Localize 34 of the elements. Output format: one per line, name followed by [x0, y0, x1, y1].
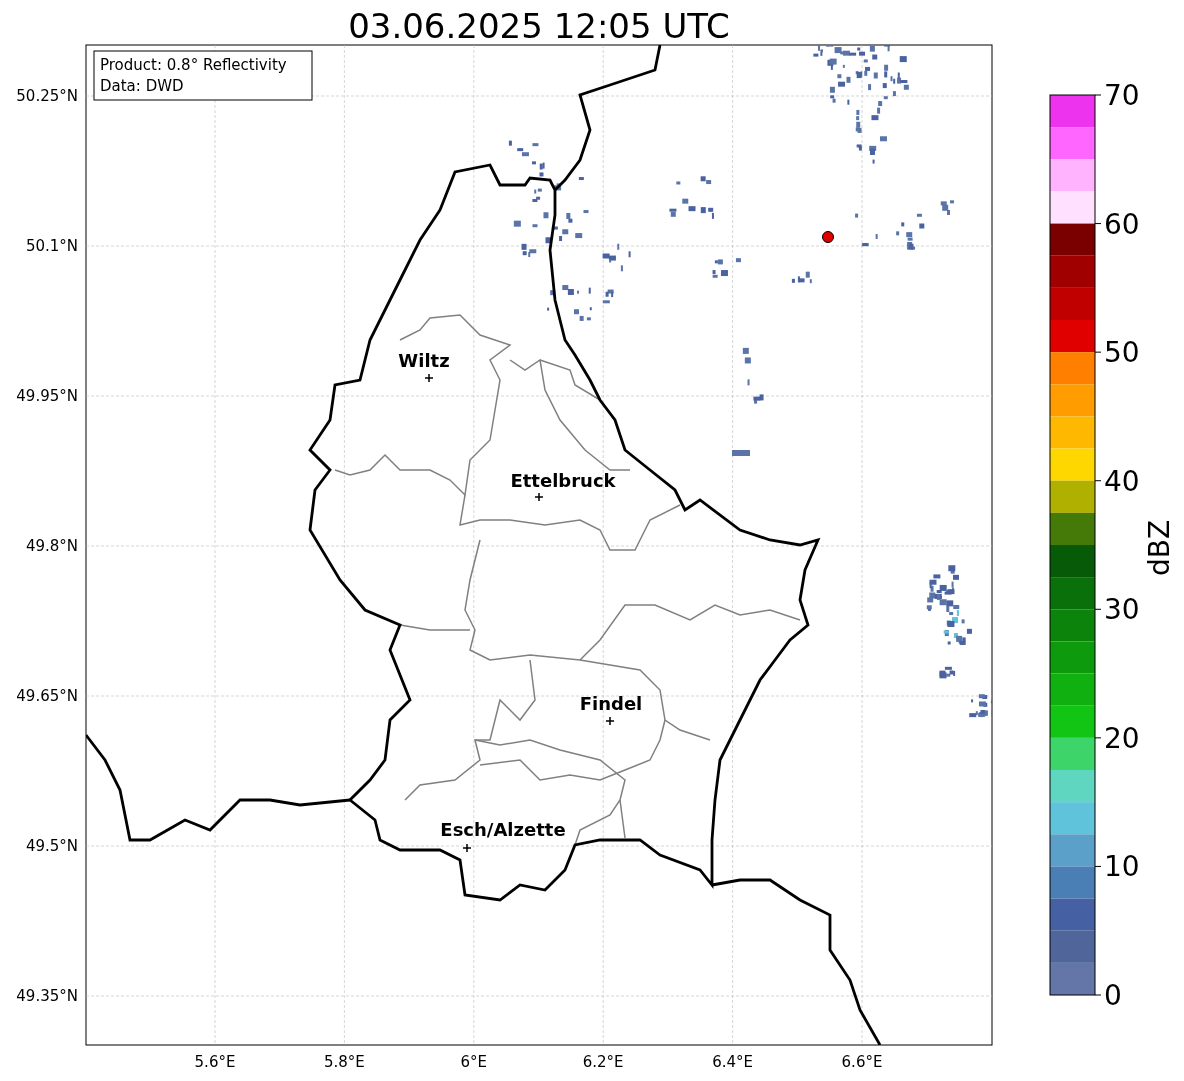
radar-site-marker [822, 231, 834, 243]
city-label: Esch/Alzette [440, 819, 566, 840]
tick-label: 6.2°E [582, 1053, 624, 1071]
city-marker-icon [424, 373, 434, 383]
info-text: Product: 0.8° Reflectivity [100, 56, 287, 74]
colorbar-tick-label: 10 [1104, 850, 1140, 884]
tick-label: 6°E [460, 1053, 488, 1071]
tick-label: 50.1°N [25, 237, 78, 255]
tick-label: 49.65°N [16, 687, 78, 705]
city-marker-icon [605, 716, 615, 726]
tick-label: 5.8°E [324, 1053, 365, 1071]
info-text: Data: DWD [100, 77, 184, 95]
colorbar-label: dBZ [1143, 519, 1176, 577]
colorbar-tick-label: 70 [1104, 79, 1140, 112]
colorbar-tick-label: 50 [1104, 336, 1140, 370]
colorbar-tick-label: 30 [1104, 593, 1140, 627]
tick-label: 49.5°N [25, 837, 78, 855]
tick-label: 49.95°N [16, 387, 78, 405]
tick-label: 6.6°E [841, 1053, 883, 1071]
tick-label: 49.35°N [16, 987, 78, 1005]
city-marker-icon [534, 492, 544, 502]
tick-label: 49.8°N [25, 537, 78, 555]
city-marker-icon [462, 843, 472, 853]
colorbar-tick-label: 20 [1104, 721, 1140, 755]
colorbar-tick-label: 0 [1104, 979, 1122, 1012]
colorbar-tick-label: 40 [1104, 464, 1140, 498]
colorbar-tick-label: 60 [1104, 207, 1140, 241]
tick-label: 50.25°N [16, 87, 78, 105]
tick-label: 5.6°E [194, 1053, 236, 1071]
figure-title: 03.06.2025 12:05 UTC [348, 6, 730, 46]
tick-label: 6.4°E [712, 1053, 753, 1071]
city-label: Ettelbruck [510, 470, 616, 491]
city-label: Findel [579, 693, 643, 714]
city-label: Wiltz [398, 350, 450, 371]
